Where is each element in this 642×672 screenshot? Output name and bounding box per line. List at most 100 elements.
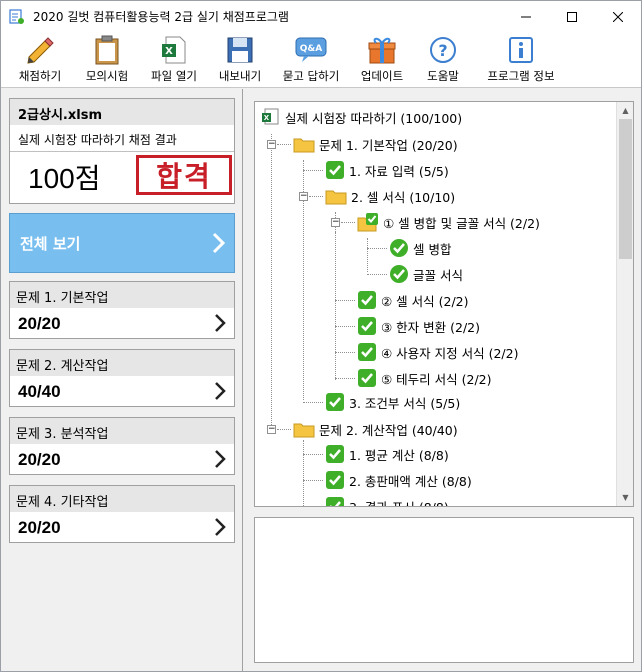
tree-line: [303, 480, 323, 481]
grade-label: 채점하기: [18, 69, 62, 83]
maximize-icon: [567, 11, 577, 22]
export-button[interactable]: 내보내기: [209, 32, 271, 88]
tree-scrollbar[interactable]: ▲ ▼: [616, 102, 633, 506]
tree-root-label: 실제 시험장 따라하기 (100/100): [285, 110, 463, 126]
tree-node-label: 3. 조건부 서식 (5/5): [349, 395, 461, 411]
problem-title: 문제 1. 기본작업: [10, 282, 234, 308]
tree-line: [335, 300, 355, 301]
update-button[interactable]: 업데이트: [351, 32, 413, 88]
pencil-icon: [23, 34, 57, 66]
collapse-toggle[interactable]: −: [299, 192, 308, 201]
chevron-right-icon: [215, 518, 226, 536]
program-info-label: 프로그램 정보: [487, 69, 555, 83]
check-icon: [358, 291, 376, 309]
svg-text:?: ?: [438, 41, 447, 60]
tree-node-label: 3. 결과 표시 (8/8): [349, 499, 449, 507]
tree-node-label: 2. 총판매액 계산 (8/8): [349, 473, 472, 489]
tree-node-label: 문제 1. 기본작업 (20/20): [319, 137, 458, 153]
folder-icon: [325, 190, 347, 205]
summary-panel: 2급상시.xlsm 실제 시험장 따라하기 채점 결과 100점 합격 전체 보…: [1, 89, 243, 671]
tree-line: [335, 326, 355, 327]
mock-exam-label: 모의시험: [85, 69, 129, 83]
mock-exam-button[interactable]: 모의시험: [75, 32, 139, 88]
folder-icon: [293, 138, 315, 153]
view-all-button[interactable]: 전체 보기: [9, 213, 235, 273]
tree-node[interactable]: ③ 한자 변환 (2/2): [357, 315, 480, 337]
tree-node-label: 1. 평균 계산 (8/8): [349, 447, 449, 463]
gift-box-icon: [365, 34, 399, 66]
help-button[interactable]: ? 도움말: [413, 32, 473, 88]
chevron-right-icon: [215, 314, 226, 332]
tree-node-label: ① 셀 병합 및 글꼴 서식 (2/2): [383, 215, 540, 231]
problem-card-4[interactable]: 문제 4. 기타작업 20/20: [9, 485, 235, 543]
program-info-button[interactable]: 프로그램 정보: [473, 32, 569, 88]
total-score: 100점: [28, 163, 101, 194]
check-icon: [358, 369, 376, 387]
pass-stamp: 합격: [136, 155, 232, 195]
tree-node[interactable]: ④ 사용자 지정 서식 (2/2): [357, 341, 518, 363]
open-file-button[interactable]: X 파일 열기: [139, 32, 209, 88]
close-button[interactable]: [595, 1, 641, 32]
tree-node[interactable]: 글꼴 서식: [389, 263, 463, 285]
divider: [10, 151, 234, 152]
scroll-down-icon[interactable]: ▼: [617, 489, 633, 506]
tree-node-label: ③ 한자 변환 (2/2): [381, 319, 480, 335]
result-box: 2급상시.xlsm 실제 시험장 따라하기 채점 결과 100점 합격: [9, 98, 235, 204]
tree-node-label: 셀 병합: [413, 241, 452, 257]
problem-title: 문제 3. 분석작업: [10, 418, 234, 444]
app-window: 2020 길벗 컴퓨터활용능력 2급 실기 채점프로그램 채점하기 모의시험 X…: [0, 0, 642, 672]
chevron-right-icon: [215, 382, 226, 400]
window-title: 2020 길벗 컴퓨터활용능력 2급 실기 채점프로그램: [33, 10, 289, 24]
folder-icon: [293, 423, 315, 438]
detail-panel: [254, 517, 634, 663]
tree-node[interactable]: 1. 평균 계산 (8/8): [325, 443, 449, 465]
collapse-toggle[interactable]: −: [267, 425, 276, 434]
tree-line: [277, 144, 291, 145]
qa-button[interactable]: Q&A 묻고 답하기: [271, 32, 351, 88]
grading-tree[interactable]: X 실제 시험장 따라하기 (100/100) − 문제 1. 기본작업 (20…: [254, 101, 634, 507]
collapse-toggle[interactable]: −: [331, 218, 340, 227]
tree-line: [341, 222, 355, 223]
scroll-up-icon[interactable]: ▲: [617, 102, 633, 119]
minimize-icon: [521, 16, 531, 17]
tree-node[interactable]: ⑤ 테두리 서식 (2/2): [357, 367, 492, 389]
file-name: 2급상시.xlsm: [10, 99, 234, 125]
problem-card-1[interactable]: 문제 1. 기본작업 20/20: [9, 281, 235, 339]
check-icon: [326, 471, 344, 489]
tree-line: [303, 402, 323, 403]
svg-text:X: X: [264, 114, 270, 122]
tree-node[interactable]: 문제 2. 계산작업 (40/40): [293, 418, 458, 440]
tree-node[interactable]: 2. 총판매액 계산 (8/8): [325, 469, 472, 491]
toolbar: 채점하기 모의시험 X 파일 열기 내보내기 Q&A 묻고 답하기 업데이트 ?…: [1, 32, 641, 88]
tree-node[interactable]: 1. 자료 입력 (5/5): [325, 159, 449, 181]
tree-node[interactable]: ② 셀 서식 (2/2): [357, 289, 469, 311]
problem-card-2[interactable]: 문제 2. 계산작업 40/40: [9, 349, 235, 407]
tree-line: [335, 352, 355, 353]
tree-node[interactable]: 2. 셀 서식 (10/10): [325, 185, 455, 207]
maximize-button[interactable]: [549, 1, 595, 32]
tree-node[interactable]: 문제 1. 기본작업 (20/20): [293, 133, 458, 155]
problem-title: 문제 2. 계산작업: [10, 350, 234, 376]
tree-line: [367, 238, 368, 272]
grade-button[interactable]: 채점하기: [5, 32, 75, 88]
tree-node[interactable]: 3. 결과 표시 (8/8): [325, 495, 449, 507]
problem-title: 문제 4. 기타작업: [10, 486, 234, 512]
tree-root[interactable]: X 실제 시험장 따라하기 (100/100): [261, 106, 462, 128]
minimize-button[interactable]: [503, 1, 549, 32]
tree-node[interactable]: 3. 조건부 서식 (5/5): [325, 391, 460, 413]
export-label: 내보내기: [218, 69, 262, 83]
svg-text:Q&A: Q&A: [300, 44, 322, 54]
excel-file-icon: X: [157, 34, 191, 66]
tree-node-label: 2. 셀 서식 (10/10): [351, 189, 456, 205]
scroll-thumb[interactable]: [619, 119, 632, 259]
tree-line: [367, 248, 387, 249]
tree-node-label: ④ 사용자 지정 서식 (2/2): [381, 345, 519, 361]
tree-node[interactable]: 셀 병합: [389, 237, 451, 259]
update-label: 업데이트: [360, 69, 404, 83]
collapse-toggle[interactable]: −: [267, 140, 276, 149]
excel-file-icon: X: [262, 108, 279, 125]
result-caption: 실제 시험장 따라하기 채점 결과: [18, 133, 177, 147]
tree-node[interactable]: ① 셀 병합 및 글꼴 서식 (2/2): [357, 211, 540, 233]
tree-node-label: ⑤ 테두리 서식 (2/2): [381, 371, 492, 387]
problem-card-3[interactable]: 문제 3. 분석작업 20/20: [9, 417, 235, 475]
